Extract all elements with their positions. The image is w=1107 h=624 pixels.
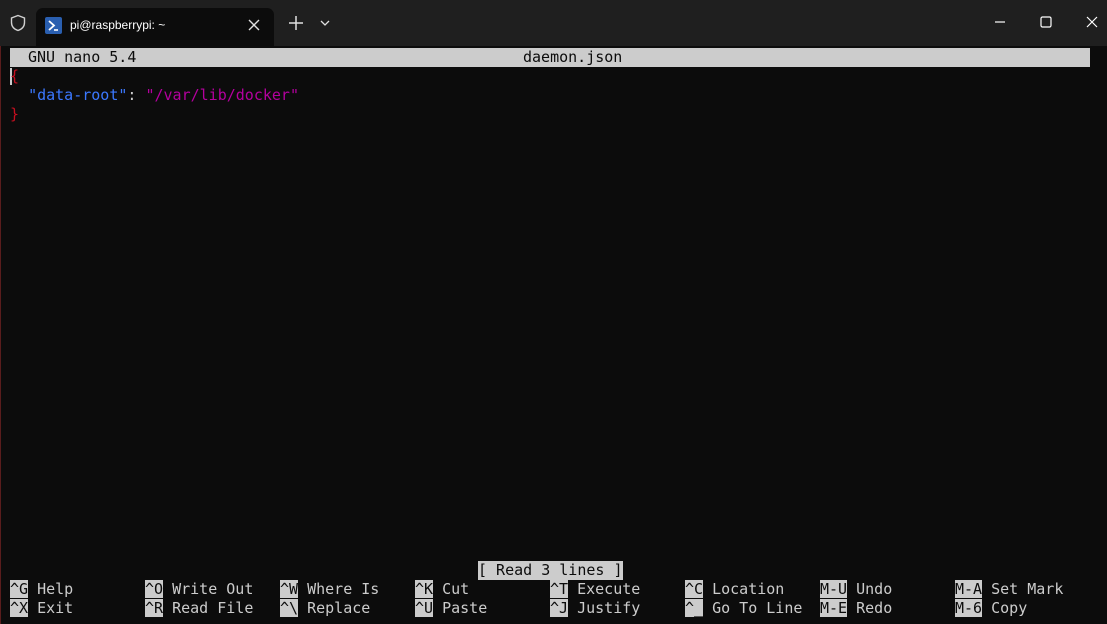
minimize-icon[interactable] xyxy=(990,12,1010,32)
window-border xyxy=(0,46,1,624)
shortcut-key: ^T xyxy=(550,580,569,598)
close-icon[interactable] xyxy=(1082,12,1102,32)
shortcut-label: Help xyxy=(37,580,74,598)
shortcut-item: ^T Execute xyxy=(550,580,640,599)
title-bar: pi@raspberrypi: ~ xyxy=(0,0,1107,46)
shortcut-item: ^U Paste xyxy=(415,599,487,618)
shortcut-key: M-A xyxy=(955,580,983,598)
editor-line-3[interactable]: } xyxy=(10,105,19,124)
shield-icon[interactable] xyxy=(9,14,27,32)
editor-line-1[interactable]: { xyxy=(10,67,19,86)
json-value: "/var/lib/docker" xyxy=(145,86,299,104)
shortcut-key: ^W xyxy=(280,580,299,598)
nano-header: GNU nano 5.4 daemon.json xyxy=(10,48,1090,67)
shortcut-label: Paste xyxy=(442,599,488,617)
shortcut-label: Execute xyxy=(577,580,641,598)
shortcut-item: ^_ Go To Line xyxy=(685,599,802,618)
shortcut-item: ^W Where Is xyxy=(280,580,379,599)
shortcut-label: Replace xyxy=(307,599,371,617)
maximize-icon[interactable] xyxy=(1036,12,1056,32)
shortcut-item: ^O Write Out xyxy=(145,580,253,599)
shortcut-item: M-6 Copy xyxy=(955,599,1027,618)
shortcut-label: Undo xyxy=(856,580,893,598)
plus-icon[interactable] xyxy=(286,13,306,33)
json-key: "data-root" xyxy=(28,86,128,104)
nano-version: GNU nano 5.4 xyxy=(28,48,137,66)
shortcut-item: M-U Undo xyxy=(820,580,892,599)
shortcut-item: M-E Redo xyxy=(820,599,892,618)
shortcut-item: ^G Help xyxy=(10,580,73,599)
open-brace: { xyxy=(10,67,20,85)
shortcut-label: Write Out xyxy=(172,580,254,598)
shortcut-key: M-6 xyxy=(955,599,983,617)
shortcut-key: ^X xyxy=(10,599,29,617)
powershell-icon xyxy=(45,17,62,34)
shortcut-label: Exit xyxy=(37,599,74,617)
shortcut-item: ^K Cut xyxy=(415,580,469,599)
shortcut-label: Redo xyxy=(856,599,893,617)
tab-terminal[interactable]: pi@raspberrypi: ~ xyxy=(36,8,274,46)
shortcut-key: ^J xyxy=(550,599,569,617)
close-icon[interactable] xyxy=(246,17,262,33)
status-message: [ Read 3 lines ] xyxy=(478,561,623,580)
shortcut-label: Cut xyxy=(442,580,470,598)
json-separator: : xyxy=(127,86,146,104)
shortcut-key: ^K xyxy=(415,580,434,598)
shortcut-key: ^\ xyxy=(280,599,299,617)
shortcut-item: ^J Justify xyxy=(550,599,640,618)
shortcut-key: ^R xyxy=(145,599,164,617)
shortcut-key: ^C xyxy=(685,580,704,598)
shortcut-item: ^C Location xyxy=(685,580,784,599)
shortcut-label: Where Is xyxy=(307,580,380,598)
shortcut-key: ^G xyxy=(10,580,29,598)
chevron-down-icon[interactable] xyxy=(318,16,332,30)
shortcut-item: ^X Exit xyxy=(10,599,73,618)
shortcut-label: Set Mark xyxy=(991,580,1064,598)
terminal-area[interactable]: GNU nano 5.4 daemon.json { "data-root": … xyxy=(10,48,1107,624)
shortcut-item: M-A Set Mark xyxy=(955,580,1063,599)
shortcut-item: ^\ Replace xyxy=(280,599,370,618)
shortcut-label: Location xyxy=(712,580,785,598)
shortcut-key: ^_ xyxy=(685,599,704,617)
shortcut-label: Go To Line xyxy=(712,599,803,617)
shortcut-item: ^R Read File xyxy=(145,599,253,618)
shortcut-label: Justify xyxy=(577,599,641,617)
shortcut-key: M-E xyxy=(820,599,848,617)
shortcut-label: Copy xyxy=(991,599,1028,617)
shortcut-key: ^U xyxy=(415,599,434,617)
shortcut-key: ^O xyxy=(145,580,164,598)
editor-line-2[interactable]: "data-root": "/var/lib/docker" xyxy=(10,86,299,105)
shortcut-label: Read File xyxy=(172,599,254,617)
file-name: daemon.json xyxy=(523,48,623,66)
tab-title: pi@raspberrypi: ~ xyxy=(70,18,166,32)
shortcut-key: M-U xyxy=(820,580,848,598)
close-brace: } xyxy=(10,105,20,123)
